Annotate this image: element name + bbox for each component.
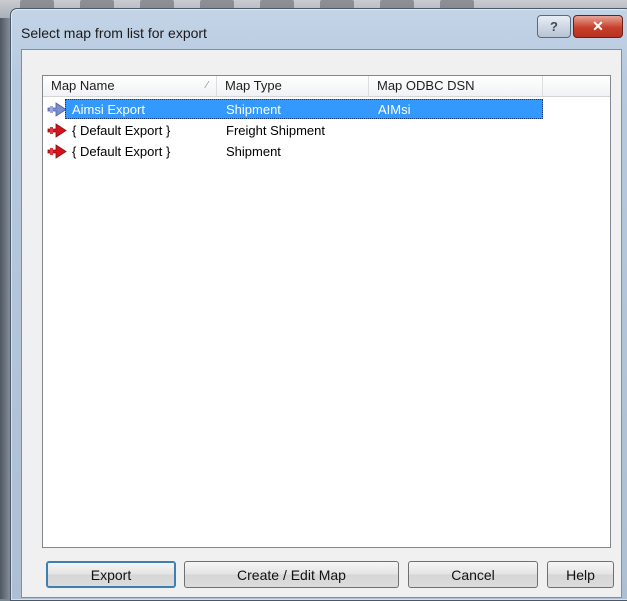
dialog-client-area: Map Name ⁄ Map Type Map ODBC DSN Aimsi E… xyxy=(21,49,622,598)
list-item[interactable]: Aimsi Export Shipment AIMsi xyxy=(43,99,610,120)
cell-map-dsn: AIMsi xyxy=(378,102,411,117)
create-edit-map-button[interactable]: Create / Edit Map xyxy=(184,561,399,588)
cell-map-type: Freight Shipment xyxy=(226,123,325,138)
list-item[interactable]: { Default Export } Freight Shipment xyxy=(43,120,610,141)
column-header-label: Map Name xyxy=(51,78,115,93)
help-caption-button[interactable]: ? xyxy=(537,15,571,38)
list-header: Map Name ⁄ Map Type Map ODBC DSN xyxy=(43,76,610,97)
map-list[interactable]: Map Name ⁄ Map Type Map ODBC DSN Aimsi E… xyxy=(42,75,611,548)
cell-map-type: Shipment xyxy=(226,144,281,159)
cell-map-type: Shipment xyxy=(226,102,281,117)
map-arrow-icon xyxy=(47,144,67,159)
column-header-map-dsn[interactable]: Map ODBC DSN xyxy=(369,76,543,96)
sort-indicator-icon: ⁄ xyxy=(206,80,208,91)
dialog-title: Select map from list for export xyxy=(21,25,207,41)
help-button[interactable]: Help xyxy=(547,561,614,588)
cancel-button[interactable]: Cancel xyxy=(408,561,538,588)
map-arrow-icon xyxy=(47,102,67,117)
export-map-dialog: Select map from list for export ? ✕ Map … xyxy=(10,8,627,601)
column-header-label: Map Type xyxy=(225,78,282,93)
list-item[interactable]: { Default Export } Shipment xyxy=(43,141,610,162)
map-arrow-icon xyxy=(47,123,67,138)
column-header-map-name[interactable]: Map Name ⁄ xyxy=(43,76,217,96)
cell-map-name: Aimsi Export xyxy=(72,102,145,117)
column-header-label: Map ODBC DSN xyxy=(377,78,475,93)
title-bar[interactable]: Select map from list for export ? ✕ xyxy=(11,9,627,47)
cell-map-name: { Default Export } xyxy=(72,123,171,138)
column-header-map-type[interactable]: Map Type xyxy=(217,76,369,96)
close-button[interactable]: ✕ xyxy=(573,15,623,38)
export-button[interactable]: Export xyxy=(46,561,176,588)
cell-map-name: { Default Export } xyxy=(72,144,171,159)
